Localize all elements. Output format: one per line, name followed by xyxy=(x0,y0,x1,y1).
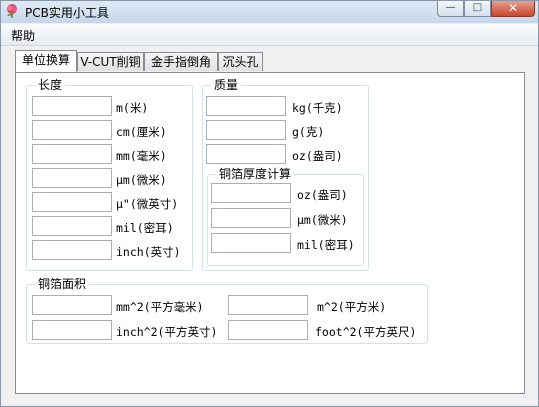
length-inch-label: inch(英寸) xyxy=(116,245,181,259)
tab-countersink-hole[interactable]: 沉头孔 xyxy=(218,52,263,71)
mass-kg-input[interactable] xyxy=(206,96,286,116)
mass-kg-label: kg(千克) xyxy=(292,101,343,115)
copper-area-mm2-input[interactable] xyxy=(32,295,112,315)
length-cm-input[interactable] xyxy=(32,120,112,140)
copper-area-foot2-label: foot^2(平方英尺) xyxy=(315,325,417,339)
copper-area-m2-input[interactable] xyxy=(228,295,308,315)
mass-group-title: 质量 xyxy=(211,77,242,93)
mass-g-label: g(克) xyxy=(292,125,325,139)
length-group-title: 长度 xyxy=(35,77,66,93)
length-um-label: μm(微米) xyxy=(116,173,167,187)
title-bar[interactable]: PCB实用小工具 — □ ✕ xyxy=(1,1,538,23)
length-mil-input[interactable] xyxy=(32,216,112,236)
copper-area-group: 铜箔面积 mm^2(平方毫米) m^2(平方米) inch^2(平方英寸) fo… xyxy=(26,276,428,344)
menu-bar: 帮助 xyxy=(1,24,538,46)
window-title: PCB实用小工具 xyxy=(25,6,109,20)
length-microinch-label: μ"(微英寸) xyxy=(116,197,179,211)
maximize-button[interactable]: □ xyxy=(464,1,491,17)
copper-area-group-title: 铜箔面积 xyxy=(35,276,90,292)
tab-vcut-copper[interactable]: V-CUT削铜 xyxy=(77,52,144,71)
mass-oz-input[interactable] xyxy=(206,144,286,164)
copper-area-mm2-label: mm^2(平方毫米) xyxy=(116,300,204,314)
length-cm-label: cm(厘米) xyxy=(116,125,167,139)
copper-area-m2-label: m^2(平方米) xyxy=(317,300,387,314)
length-mil-label: mil(密耳) xyxy=(116,221,174,235)
copper-thickness-mil-input[interactable] xyxy=(211,233,291,253)
mass-g-input[interactable] xyxy=(206,120,286,140)
app-window: PCB实用小工具 — □ ✕ 帮助 单位换算 V-CUT削铜 金手指倒角 沉头孔… xyxy=(0,0,539,407)
length-m-input[interactable] xyxy=(32,96,112,116)
minimize-button[interactable]: — xyxy=(437,1,464,17)
copper-thickness-um-label: μm(微米) xyxy=(297,213,348,227)
length-um-input[interactable] xyxy=(32,168,112,188)
close-button[interactable]: ✕ xyxy=(491,1,535,17)
copper-area-foot2-input[interactable] xyxy=(228,320,308,340)
copper-area-inch2-input[interactable] xyxy=(32,320,112,340)
length-inch-input[interactable] xyxy=(32,240,112,260)
length-microinch-input[interactable] xyxy=(32,192,112,212)
copper-thickness-mil-label: mil(密耳) xyxy=(297,238,355,252)
tab-unit-conversion[interactable]: 单位换算 xyxy=(15,50,77,72)
copper-thickness-um-input[interactable] xyxy=(211,208,291,228)
length-mm-label: mm(毫米) xyxy=(116,149,167,163)
mass-oz-label: oz(盎司) xyxy=(292,149,343,163)
copper-thickness-oz-label: oz(盎司) xyxy=(297,188,348,202)
length-group: 长度 m(米) cm(厘米) mm(毫米) μm(微米) μ"(微英寸) mil… xyxy=(26,77,193,271)
menu-help[interactable]: 帮助 xyxy=(11,27,35,44)
tab-gold-finger-bevel[interactable]: 金手指倒角 xyxy=(144,52,218,71)
mass-group: 质量 kg(千克) g(克) oz(盎司) 铜箔厚度计算 oz(盎司) μm(微… xyxy=(202,77,369,271)
copper-area-inch2-label: inch^2(平方英寸) xyxy=(116,325,218,339)
length-m-label: m(米) xyxy=(116,101,149,115)
unit-conversion-panel: 长度 m(米) cm(厘米) mm(毫米) μm(微米) μ"(微英寸) mil… xyxy=(15,72,525,394)
copper-thickness-oz-input[interactable] xyxy=(211,183,291,203)
rose-app-icon xyxy=(7,4,17,18)
copper-thickness-group-title: 铜箔厚度计算 xyxy=(216,166,295,182)
length-mm-input[interactable] xyxy=(32,144,112,164)
copper-thickness-group: 铜箔厚度计算 oz(盎司) μm(微米) mil(密耳) xyxy=(207,166,364,266)
